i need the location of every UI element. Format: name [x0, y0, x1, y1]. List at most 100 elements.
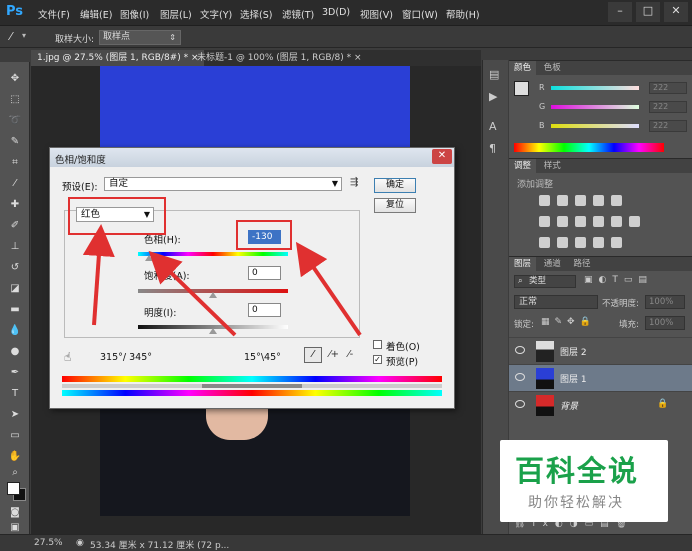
preset-select[interactable]: 自定 ▼: [104, 177, 342, 191]
menu-filter[interactable]: 滤镜(T): [282, 7, 314, 21]
doc-tab-untitled[interactable]: 未标题-1 @ 100% (图层 1, RGB/8) * ×: [191, 50, 368, 66]
lock-icons[interactable]: ▦✎✥🔒: [541, 317, 596, 327]
menu-type[interactable]: 文字(Y): [200, 7, 232, 21]
zoom-level[interactable]: 27.5%: [34, 538, 63, 548]
layer-row-layer2[interactable]: 图层 2: [509, 337, 692, 364]
menu-3d[interactable]: 3D(D): [322, 7, 350, 18]
move-tool-icon[interactable]: ✥: [8, 72, 22, 86]
tab-channels[interactable]: 通道: [539, 257, 566, 271]
dodge-tool-icon[interactable]: ●: [8, 345, 22, 359]
red-channel-slider[interactable]: [551, 86, 639, 90]
channel-mixer-icon[interactable]: [611, 216, 622, 227]
actions-panel-icon[interactable]: ▶: [489, 90, 497, 103]
menu-window[interactable]: 窗口(W): [402, 7, 438, 21]
shape-tool-icon[interactable]: ▭: [8, 429, 22, 443]
doc-info-icon[interactable]: ◉: [76, 538, 84, 548]
saturation-input[interactable]: 0: [248, 266, 281, 280]
black-white-icon[interactable]: [575, 216, 586, 227]
healing-brush-icon[interactable]: ✚: [8, 198, 22, 212]
blue-channel-slider[interactable]: [551, 124, 639, 128]
invert-icon[interactable]: [539, 237, 550, 248]
channel-select[interactable]: 红色 ▼: [76, 207, 154, 222]
tab-paths[interactable]: 路径: [568, 257, 595, 271]
gradient-map-icon[interactable]: [611, 237, 622, 248]
eraser-tool-icon[interactable]: ◪: [8, 282, 22, 296]
hue-sat-icon[interactable]: [539, 216, 550, 227]
doc-info[interactable]: 53.34 厘米 x 71.12 厘米 (72 p...: [90, 538, 229, 551]
eyedropper-tool-icon[interactable]: ⁄: [10, 30, 12, 43]
blend-mode-select[interactable]: 正常: [514, 295, 598, 309]
sample-size-select[interactable]: 取样点 ⇕: [99, 30, 181, 45]
marquee-tool-icon[interactable]: ⬚: [8, 93, 22, 107]
green-channel-slider[interactable]: [551, 105, 639, 109]
layer-row-layer1[interactable]: 图层 1: [509, 364, 692, 391]
posterize-icon[interactable]: [557, 237, 568, 248]
color-spectrum-bar[interactable]: [514, 143, 664, 152]
hue-slider[interactable]: [138, 252, 288, 261]
maximize-button[interactable]: □: [636, 2, 660, 22]
eyedropper-minus-icon[interactable]: ⁄-: [348, 349, 353, 360]
reset-button[interactable]: 复位: [374, 198, 416, 213]
screen-mode-icon[interactable]: ▣: [8, 521, 22, 535]
eyedropper-plus-icon[interactable]: ⁄+: [329, 349, 339, 360]
layer-name[interactable]: 图层 1: [560, 372, 587, 385]
eyedropper-icon[interactable]: ⁄: [8, 177, 22, 191]
hand-adjust-icon[interactable]: ☝: [64, 350, 71, 364]
tab-adjustments[interactable]: 调整: [509, 159, 537, 173]
pen-tool-icon[interactable]: ✒: [8, 366, 22, 380]
type-tool-icon[interactable]: T: [8, 387, 22, 401]
hue-slider-thumb[interactable]: [144, 255, 153, 261]
menu-help[interactable]: 帮助(H): [446, 7, 480, 21]
doc-tab-1jpg[interactable]: 1.jpg @ 27.5% (图层 1, RGB/8#) * ×: [31, 50, 205, 66]
foreground-color-swatch[interactable]: [7, 482, 20, 495]
zoom-tool-icon[interactable]: ⌕: [8, 466, 22, 480]
quick-mask-icon[interactable]: ◙: [8, 506, 22, 520]
tab-layers[interactable]: 图层: [509, 257, 537, 271]
hue-input[interactable]: -130: [248, 230, 281, 244]
color-lookup-icon[interactable]: [629, 216, 640, 227]
visibility-eye-icon[interactable]: [515, 400, 525, 408]
levels-icon[interactable]: [557, 195, 568, 206]
range-slider-track[interactable]: [62, 384, 442, 388]
blue-channel-value[interactable]: 222: [649, 120, 687, 132]
menu-select[interactable]: 选择(S): [240, 7, 272, 21]
lasso-tool-icon[interactable]: ➰: [8, 114, 22, 128]
quick-select-tool-icon[interactable]: ✎: [8, 135, 22, 149]
preset-options-icon[interactable]: ⇶: [350, 177, 358, 188]
gradient-tool-icon[interactable]: ▬: [8, 303, 22, 317]
layer-name[interactable]: 图层 2: [560, 345, 587, 358]
saturation-slider-thumb[interactable]: [209, 292, 217, 298]
preview-checkbox[interactable]: ✓: [373, 355, 382, 364]
clone-stamp-icon[interactable]: ⊥: [8, 240, 22, 254]
layer-filter-icons[interactable]: ▣◐T▭▤: [584, 275, 653, 285]
lightness-slider-thumb[interactable]: [209, 328, 217, 334]
eyedropper-icon[interactable]: ⁄: [304, 347, 322, 363]
fill-input[interactable]: 100%: [645, 316, 685, 330]
layer-name[interactable]: 背景: [560, 399, 578, 412]
history-brush-icon[interactable]: ↺: [8, 261, 22, 275]
layer-kind-filter[interactable]: ⌕ 类型: [514, 275, 576, 288]
vibrance-icon[interactable]: [611, 195, 622, 206]
color-balance-icon[interactable]: [557, 216, 568, 227]
tab-styles[interactable]: 样式: [539, 159, 566, 173]
dialog-titlebar[interactable]: 色相/饱和度 ✕: [50, 148, 454, 167]
brightness-icon[interactable]: [539, 195, 550, 206]
layer-row-background[interactable]: 背景 🔒: [509, 391, 692, 418]
red-channel-value[interactable]: 222: [649, 82, 687, 94]
menu-layer[interactable]: 图层(L): [160, 7, 192, 21]
paragraph-panel-icon[interactable]: ¶: [489, 142, 496, 155]
brush-tool-icon[interactable]: ✐: [8, 219, 22, 233]
path-select-tool-icon[interactable]: ➤: [8, 408, 22, 422]
selective-color-icon[interactable]: [593, 237, 604, 248]
blur-tool-icon[interactable]: 💧: [8, 324, 22, 338]
tab-color[interactable]: 颜色: [509, 61, 537, 75]
menu-edit[interactable]: 编辑(E): [80, 7, 112, 21]
photo-filter-icon[interactable]: [593, 216, 604, 227]
history-panel-icon[interactable]: ▤: [489, 68, 499, 81]
minimize-button[interactable]: –: [608, 2, 632, 22]
range-slider-selection[interactable]: [202, 384, 302, 388]
tool-preset-chevron-icon[interactable]: ▾: [22, 31, 26, 40]
menu-view[interactable]: 视图(V): [360, 7, 393, 21]
lightness-input[interactable]: 0: [248, 303, 281, 317]
menu-file[interactable]: 文件(F): [38, 7, 70, 21]
